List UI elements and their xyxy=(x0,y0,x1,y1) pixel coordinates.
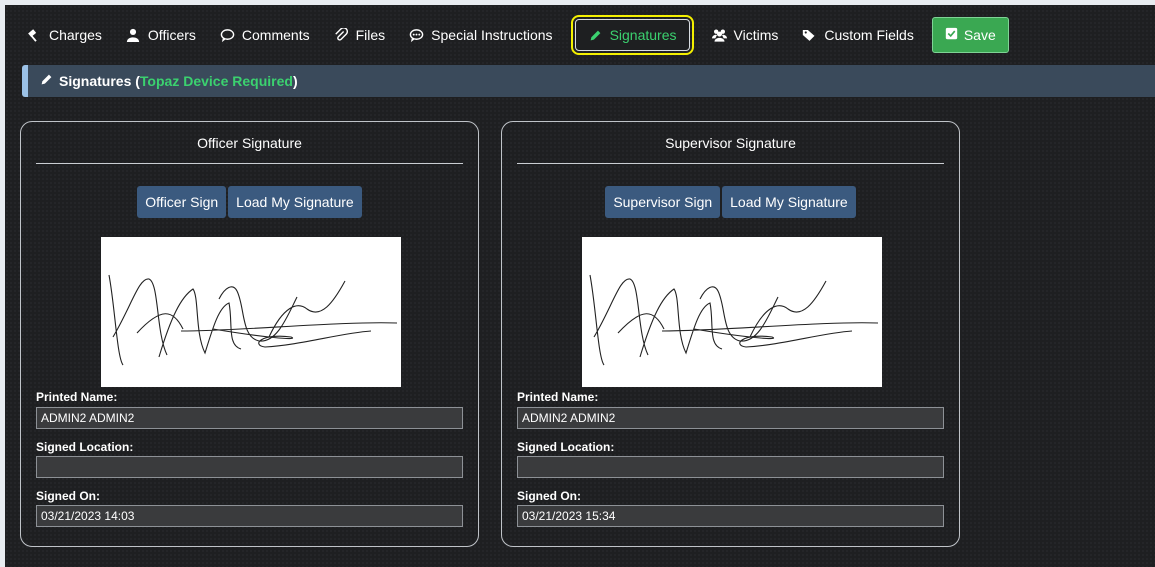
app-window: Charges Officers Comments Files Special … xyxy=(5,5,1155,567)
gavel-icon xyxy=(27,28,42,43)
tab-officers[interactable]: Officers xyxy=(114,19,208,51)
tab-files[interactable]: Files xyxy=(322,19,398,51)
tab-label: Custom Fields xyxy=(824,27,914,43)
users-icon xyxy=(711,28,727,43)
tab-bar: Charges Officers Comments Files Special … xyxy=(15,10,1155,60)
button-row: Supervisor Sign Load My Signature xyxy=(502,186,959,218)
tab-label: Comments xyxy=(241,27,310,43)
signature-image xyxy=(582,237,882,387)
tab-label: Signatures xyxy=(609,27,677,43)
card-title: Officer Signature xyxy=(36,122,463,164)
supervisor-signature-card: Supervisor Signature Supervisor Sign Loa… xyxy=(501,121,960,547)
check-square-icon xyxy=(945,27,958,43)
tab-charges[interactable]: Charges xyxy=(15,19,114,51)
tab-label: Special Instructions xyxy=(431,27,553,43)
officer-signature-card: Officer Signature Officer Sign Load My S… xyxy=(20,121,479,547)
officer-sign-button[interactable]: Officer Sign xyxy=(137,186,227,218)
chat-bubbles-icon xyxy=(409,28,424,43)
tags-icon xyxy=(802,28,817,43)
tab-label: Charges xyxy=(49,27,102,43)
signed-on-label: Signed On: xyxy=(517,489,581,503)
card-title: Supervisor Signature xyxy=(517,122,944,164)
save-button[interactable]: Save xyxy=(931,17,1009,53)
signed-location-field[interactable] xyxy=(517,456,944,478)
printed-name-label: Printed Name: xyxy=(517,390,599,404)
button-row: Officer Sign Load My Signature xyxy=(21,186,478,218)
user-icon xyxy=(126,28,141,43)
tab-custom-fields[interactable]: Custom Fields xyxy=(790,19,925,51)
signed-on-field[interactable]: 03/21/2023 14:03 xyxy=(36,505,463,527)
signed-on-label: Signed On: xyxy=(36,489,100,503)
pencil-icon xyxy=(588,28,603,43)
comment-icon xyxy=(220,28,235,43)
signature-image xyxy=(101,237,401,387)
device-requirement: Topaz Device Required xyxy=(139,73,293,89)
tab-label: Files xyxy=(355,27,386,43)
tab-signatures[interactable]: Signatures xyxy=(570,15,694,55)
signed-on-field[interactable]: 03/21/2023 15:34 xyxy=(517,505,944,527)
printed-name-label: Printed Name: xyxy=(36,390,118,404)
tab-victims[interactable]: Victims xyxy=(700,19,791,51)
signed-location-field[interactable] xyxy=(36,456,463,478)
printed-name-field[interactable]: ADMIN2 ADMIN2 xyxy=(517,407,944,429)
pencil-icon xyxy=(40,73,53,89)
supervisor-sign-button[interactable]: Supervisor Sign xyxy=(605,186,721,218)
save-label: Save xyxy=(963,27,996,43)
signatures-panel-header: Signatures (Topaz Device Required) xyxy=(22,65,1155,97)
tab-special-instructions[interactable]: Special Instructions xyxy=(397,19,564,51)
panel-title: Signatures (Topaz Device Required) xyxy=(59,73,298,89)
load-my-signature-button[interactable]: Load My Signature xyxy=(228,186,362,218)
signed-location-label: Signed Location: xyxy=(36,440,134,454)
paperclip-icon xyxy=(334,28,349,43)
signed-location-label: Signed Location: xyxy=(517,440,615,454)
tab-label: Victims xyxy=(733,27,779,43)
tab-label: Officers xyxy=(147,27,196,43)
printed-name-field[interactable]: ADMIN2 ADMIN2 xyxy=(36,407,463,429)
tab-comments[interactable]: Comments xyxy=(208,19,322,51)
load-my-signature-button[interactable]: Load My Signature xyxy=(722,186,856,218)
